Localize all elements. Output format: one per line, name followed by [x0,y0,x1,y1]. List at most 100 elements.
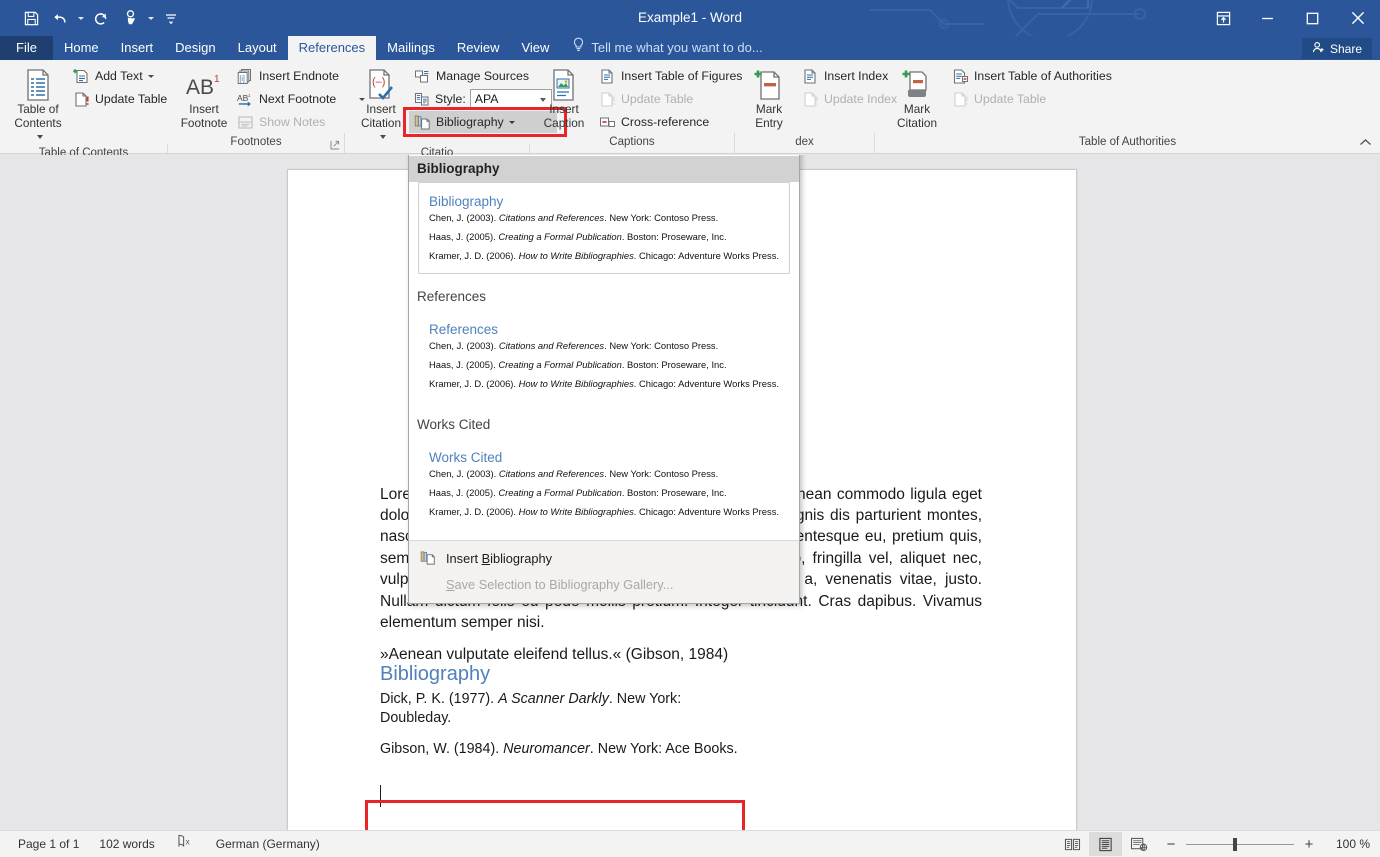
web-layout-icon[interactable] [1122,832,1155,856]
zoom-in-button[interactable]: + [1301,836,1317,852]
mark-citation-button[interactable]: Mark Citation [891,64,943,130]
update-table-of-authorities-button[interactable]: Update Table [947,88,1117,110]
share-button[interactable]: Share [1302,38,1372,59]
sample-title: How to Write Bibliographies [519,378,634,389]
collapse-ribbon-icon[interactable] [1359,134,1372,152]
mark-entry-button[interactable]: Mark Entry [743,64,795,130]
chevron-down-icon[interactable] [380,135,386,139]
ribbon-group-table-of-authorities: Mark Citation Insert Table of Authoritie… [875,60,1380,154]
insert-table-of-figures-icon [599,68,616,85]
customize-qat-icon[interactable] [158,5,184,31]
chevron-down-icon[interactable] [37,135,43,139]
undo-chevron-down-icon[interactable] [76,5,85,31]
gallery-item-works-cited[interactable]: Works Cited Chen, J. (2003). Citations a… [418,438,790,530]
table-of-contents-icon [23,66,53,102]
close-button[interactable] [1335,0,1380,36]
proofing-errors-icon[interactable]: x [165,831,206,857]
status-bar-right: − + 100 % [1056,832,1380,856]
ribbon-group-table-of-contents: Table of Contents Add Text [0,60,168,154]
undo-icon[interactable] [47,5,73,31]
zoom-slider-thumb[interactable] [1233,838,1237,851]
tab-review[interactable]: Review [446,36,511,60]
read-mode-icon[interactable] [1056,832,1089,856]
zoom-out-button[interactable]: − [1163,836,1179,852]
insert-table-of-authorities-button[interactable]: Insert Table of Authorities [947,65,1117,87]
tab-home[interactable]: Home [53,36,110,60]
tab-references[interactable]: References [288,36,376,60]
tab-mailings[interactable]: Mailings [376,36,446,60]
show-notes-icon [237,114,254,131]
save-selection-label: Save Selection to Bibliography Gallery..… [446,577,673,592]
tab-file[interactable]: File [0,36,53,60]
insert-citation-button[interactable]: (–) Insert Citation [355,64,407,144]
insert-citation-icon: (–) [364,66,398,102]
footnotes-dialog-launcher-icon[interactable] [329,140,340,151]
sample-prefix: Kramer, J. D. (2006). [429,378,519,389]
language-indicator[interactable]: German (Germany) [206,831,330,857]
table-of-contents-button[interactable]: Table of Contents [12,64,64,144]
minimize-button[interactable] [1245,0,1290,36]
insert-table-of-figures-button[interactable]: Insert Table of Figures [594,65,747,87]
gallery-sample-entry: Chen, J. (2003). Citations and Reference… [429,468,779,479]
save-selection-to-bibliography-gallery-command[interactable]: Save Selection to Bibliography Gallery..… [409,571,799,597]
touch-mode-chevron-down-icon[interactable] [146,5,155,31]
svg-text:x: x [185,836,190,846]
sample-prefix: Chen, J. (2003). [429,468,499,479]
update-table-of-figures-button[interactable]: Update Table [594,88,747,110]
ribbon-display-options-icon[interactable] [1201,0,1245,36]
insert-footnote-button[interactable]: AB1 Insert Footnote [178,64,230,130]
maximize-button[interactable] [1290,0,1335,36]
update-table-icon [952,91,969,108]
window-title: Example1 - Word [0,0,1380,36]
add-text-button[interactable]: Add Text [68,65,172,87]
document-area[interactable]: Lorem ipsum dolor sit amet, consectetuer… [0,155,1380,830]
tab-design[interactable]: Design [164,36,226,60]
gallery-sample-entry: Haas, J. (2005). Creating a Formal Publi… [429,231,779,242]
tab-insert[interactable]: Insert [110,36,165,60]
sample-title: Creating a Formal Publication [498,487,622,498]
bibliography-label: Bibliography [436,115,504,129]
cross-reference-button[interactable]: Cross-reference [594,111,747,133]
insert-bibliography-command[interactable]: Insert Bibliography [409,545,799,571]
gallery-item-bibliography[interactable]: Bibliography Chen, J. (2003). Citations … [418,182,790,274]
zoom-level[interactable]: 100 % [1324,837,1370,851]
tab-view[interactable]: View [510,36,560,60]
document-bibliography-block: Bibliography Dick, P. K. (1977). A Scann… [380,660,748,771]
tab-layout[interactable]: Layout [227,36,288,60]
zoom-slider[interactable] [1186,844,1294,845]
gallery-sample-entry: Kramer, J. D. (2006). How to Write Bibli… [429,378,779,389]
word-count[interactable]: 102 words [89,831,164,857]
document-bibliography-heading: Bibliography [380,660,748,688]
page-indicator[interactable]: Page 1 of 1 [8,831,89,857]
sample-prefix: Haas, J. (2005). [429,231,498,242]
tell-me-search[interactable]: Tell me what you want to do... [560,36,762,60]
mark-entry-label-line1: Mark [756,102,782,116]
bibliography-gallery-dropdown[interactable]: Built-In Bibliography Bibliography Chen,… [408,155,800,604]
chevron-down-icon[interactable] [148,75,154,78]
update-table-icon [73,91,90,108]
gallery-sample-entry: Chen, J. (2003). Citations and Reference… [429,212,779,223]
sample-suffix: . Chicago: Adventure Works Press. [634,506,779,517]
insert-table-of-figures-label: Insert Table of Figures [621,69,742,83]
gallery-item-heading: References [429,321,779,338]
zoom-control: − + 100 % [1163,836,1370,852]
insert-caption-button[interactable]: Insert Caption [538,64,590,130]
gallery-section-title-works-cited: Works Cited [409,412,799,438]
save-icon[interactable] [18,5,44,31]
touch-mode-icon[interactable] [117,5,143,31]
mark-citation-label-line1: Mark [904,102,930,116]
chevron-down-icon[interactable] [509,121,515,124]
title-bar: Example1 - Word [0,0,1380,36]
print-layout-icon[interactable] [1089,832,1122,856]
table-of-contents-label-line1: Table of [17,102,58,116]
sample-title: How to Write Bibliographies [519,506,634,517]
mark-entry-icon [753,66,785,102]
cross-reference-icon [599,114,616,131]
table-of-contents-label-line2: Contents [14,116,61,130]
ribbon-group-label-table-of-authorities: Table of Authorities [875,133,1380,154]
gallery-item-references[interactable]: References Chen, J. (2003). Citations an… [418,310,790,402]
update-table-of-contents-button[interactable]: Update Table [68,88,172,110]
redo-icon[interactable] [88,5,114,31]
sample-suffix: . New York: Contoso Press. [604,468,718,479]
gallery-sample-entry: Kramer, J. D. (2006). How to Write Bibli… [429,250,779,261]
